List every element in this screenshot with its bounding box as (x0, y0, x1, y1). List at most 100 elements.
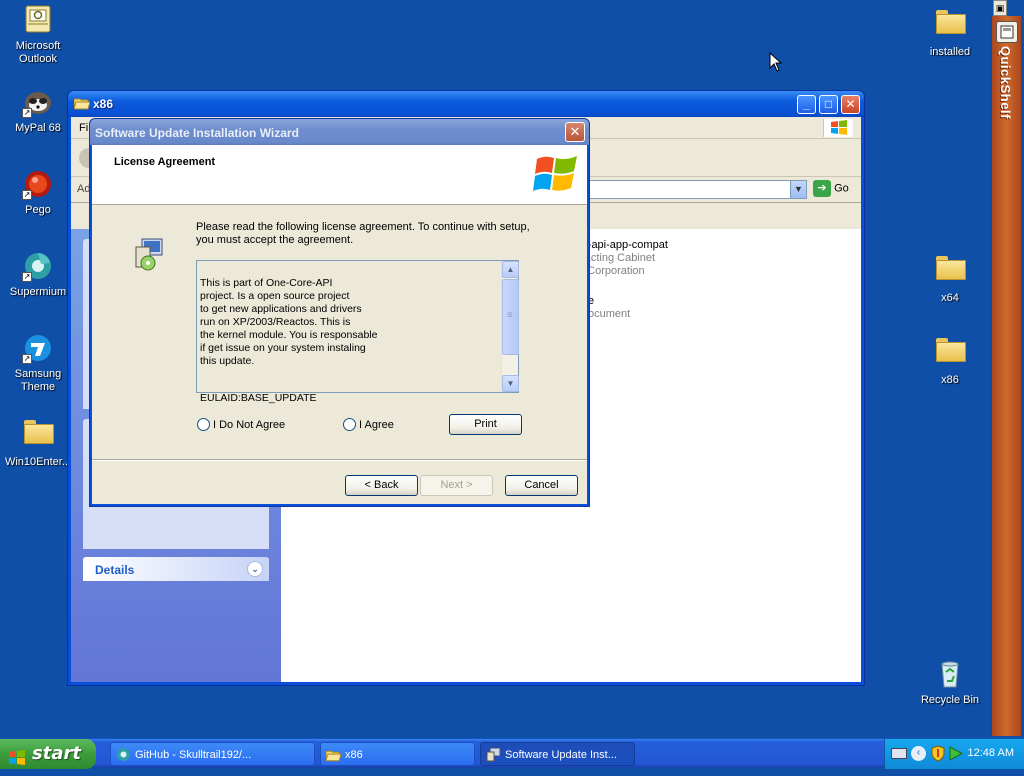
details-panel[interactable]: Details ⌄ (83, 557, 269, 581)
taskbar: start GitHub - Skulltrail192/... x86 Sof… (0, 738, 1024, 769)
desktop-icon-label: Samsung Theme (14, 368, 62, 393)
go-label: Go (834, 182, 849, 195)
desktop-icon-label: MyPal 68 (15, 122, 61, 134)
license-text: This is part of One-Core-API project. Is… (200, 264, 498, 418)
taskbar-button-label: x86 (345, 749, 363, 761)
update-wizard-dialog[interactable]: Software Update Installation Wizard ✕ Li… (89, 118, 590, 507)
explorer-title: x86 (93, 97, 114, 111)
minimize-button[interactable]: _ (797, 95, 816, 114)
chevron-down-icon[interactable]: ⌄ (247, 561, 263, 577)
desktop-icon-supermium[interactable]: ↗ Supermium (0, 250, 76, 299)
wizard-page-title: License Agreement (114, 156, 216, 168)
wizard-body: License Agreement Please read the follow… (92, 145, 587, 504)
scroll-down-icon[interactable]: ▼ (502, 375, 519, 392)
print-button[interactable]: Print (449, 414, 522, 435)
radio-agree[interactable]: I Agree (343, 418, 394, 431)
chevron-left-icon[interactable]: ‹ (911, 746, 926, 761)
desktop-icon-pego[interactable]: ↗ Pego (0, 168, 76, 217)
supermium-icon: ↗ (22, 250, 54, 282)
shortcut-arrow-icon: ↗ (22, 272, 32, 282)
samsung-theme-icon: ↗ (22, 332, 54, 364)
setup-package-icon (486, 747, 501, 762)
chevron-down-icon[interactable]: ▼ (790, 181, 806, 198)
wizard-header: License Agreement (92, 145, 587, 205)
play-arrow-icon[interactable] (949, 746, 964, 764)
quickshelf-bar[interactable]: QuickShelf (991, 16, 1021, 736)
start-button[interactable]: start (0, 739, 96, 769)
scrollbar-thumb[interactable] (502, 279, 519, 355)
radio-circle[interactable] (343, 418, 356, 431)
details-header[interactable]: Details ⌄ (83, 557, 269, 581)
setup-package-icon (132, 237, 166, 271)
desktop-icon-label: installed (929, 46, 971, 58)
go-button[interactable]: ➔ Go (813, 180, 853, 199)
desktop-icon-samsung-theme[interactable]: ↗ Samsung Theme (0, 332, 76, 394)
cancel-button[interactable]: Cancel (505, 475, 578, 496)
security-shield-icon[interactable] (931, 745, 945, 765)
folder-icon (934, 256, 966, 288)
start-label: start (32, 743, 81, 764)
file-company: ft Corporation (578, 265, 645, 277)
list-item[interactable]: re-api-app-compat tracting Cabinet ft Co… (578, 239, 668, 278)
recycle-bin-icon (934, 658, 966, 690)
browser-icon (116, 747, 131, 762)
shortcut-arrow-icon: ↗ (22, 354, 32, 364)
desktop-icon-x86[interactable]: x86 (912, 332, 988, 387)
folder-icon (22, 420, 54, 452)
shortcut-arrow-icon: ↗ (22, 190, 32, 200)
explorer-titlebar[interactable]: x86 _ □ ✕ (68, 91, 864, 117)
quickshelf-menu-icon[interactable]: ▣ (993, 0, 1007, 16)
desktop-icon-win10enter[interactable]: Win10Enter... (0, 414, 76, 469)
taskbar-button-x86[interactable]: x86 (320, 742, 475, 766)
system-tray: ‹ 12:48 AM (884, 739, 1024, 769)
keyboard-icon[interactable] (891, 748, 907, 759)
desktop-icon-label: Win10Enter... (4, 456, 72, 468)
file-name: re-api-app-compat (578, 239, 668, 251)
desktop-icon-label: Supermium (9, 286, 67, 298)
next-button[interactable]: Next > (420, 475, 493, 496)
back-button[interactable]: < Back (345, 475, 418, 496)
desktop-icon-mypal[interactable]: ↗ MyPal 68 (0, 86, 76, 135)
windows-logo-icon (533, 151, 579, 197)
radio-circle[interactable] (197, 418, 210, 431)
desktop-icon-installed[interactable]: installed (912, 4, 988, 59)
menu-file[interactable]: Fi (79, 122, 88, 134)
license-body: This is part of One-Core-API project. Is… (200, 277, 378, 367)
close-button[interactable]: ✕ (565, 122, 585, 142)
folder-icon (934, 10, 966, 42)
vertical-scrollbar[interactable]: ▲ ▼ (501, 261, 519, 392)
taskbar-button-software-update[interactable]: Software Update Inst... (480, 742, 635, 766)
license-textbox[interactable]: This is part of One-Core-API project. Is… (196, 260, 519, 404)
folder-icon (934, 338, 966, 370)
radio-do-not-agree[interactable]: I Do Not Agree (197, 418, 285, 431)
folder-open-icon (73, 97, 91, 110)
quickshelf-folder-icon[interactable] (996, 21, 1018, 43)
mypal-icon: ↗ (22, 86, 54, 118)
desktop-icon-label: Recycle Bin (920, 694, 980, 706)
desktop-icon-recycle-bin[interactable]: Recycle Bin (912, 658, 988, 707)
divider (92, 459, 587, 461)
folder-open-icon (325, 747, 342, 762)
file-type: ocument (588, 308, 631, 320)
desktop-icon-x64[interactable]: x64 (912, 250, 988, 305)
go-arrow-icon: ➔ (813, 180, 831, 197)
windows-flag-icon (823, 119, 853, 137)
wizard-titlebar[interactable]: Software Update Installation Wizard ✕ (90, 119, 589, 145)
list-item[interactable]: e ocument (588, 295, 630, 321)
taskbar-button-label: Software Update Inst... (505, 749, 617, 761)
file-name: e (588, 295, 595, 307)
maximize-button[interactable]: □ (819, 95, 838, 114)
mouse-cursor-icon (769, 51, 783, 72)
scroll-up-icon[interactable]: ▲ (502, 261, 519, 278)
desktop-icon-label: x86 (941, 374, 959, 386)
desktop-icon-label: Pego (25, 204, 51, 216)
close-button[interactable]: ✕ (841, 95, 860, 114)
radio-label: I Agree (359, 419, 394, 431)
desktop-icon-outlook[interactable]: Microsoft Outlook (0, 4, 76, 66)
quickshelf-label: QuickShelf (998, 46, 1013, 119)
details-label: Details (95, 563, 135, 577)
radio-label: I Do Not Agree (213, 419, 286, 431)
taskbar-button-github[interactable]: GitHub - Skulltrail192/... (110, 742, 315, 766)
outlook-icon (22, 4, 54, 36)
desktop-icon-label: Microsoft Outlook (15, 40, 61, 65)
